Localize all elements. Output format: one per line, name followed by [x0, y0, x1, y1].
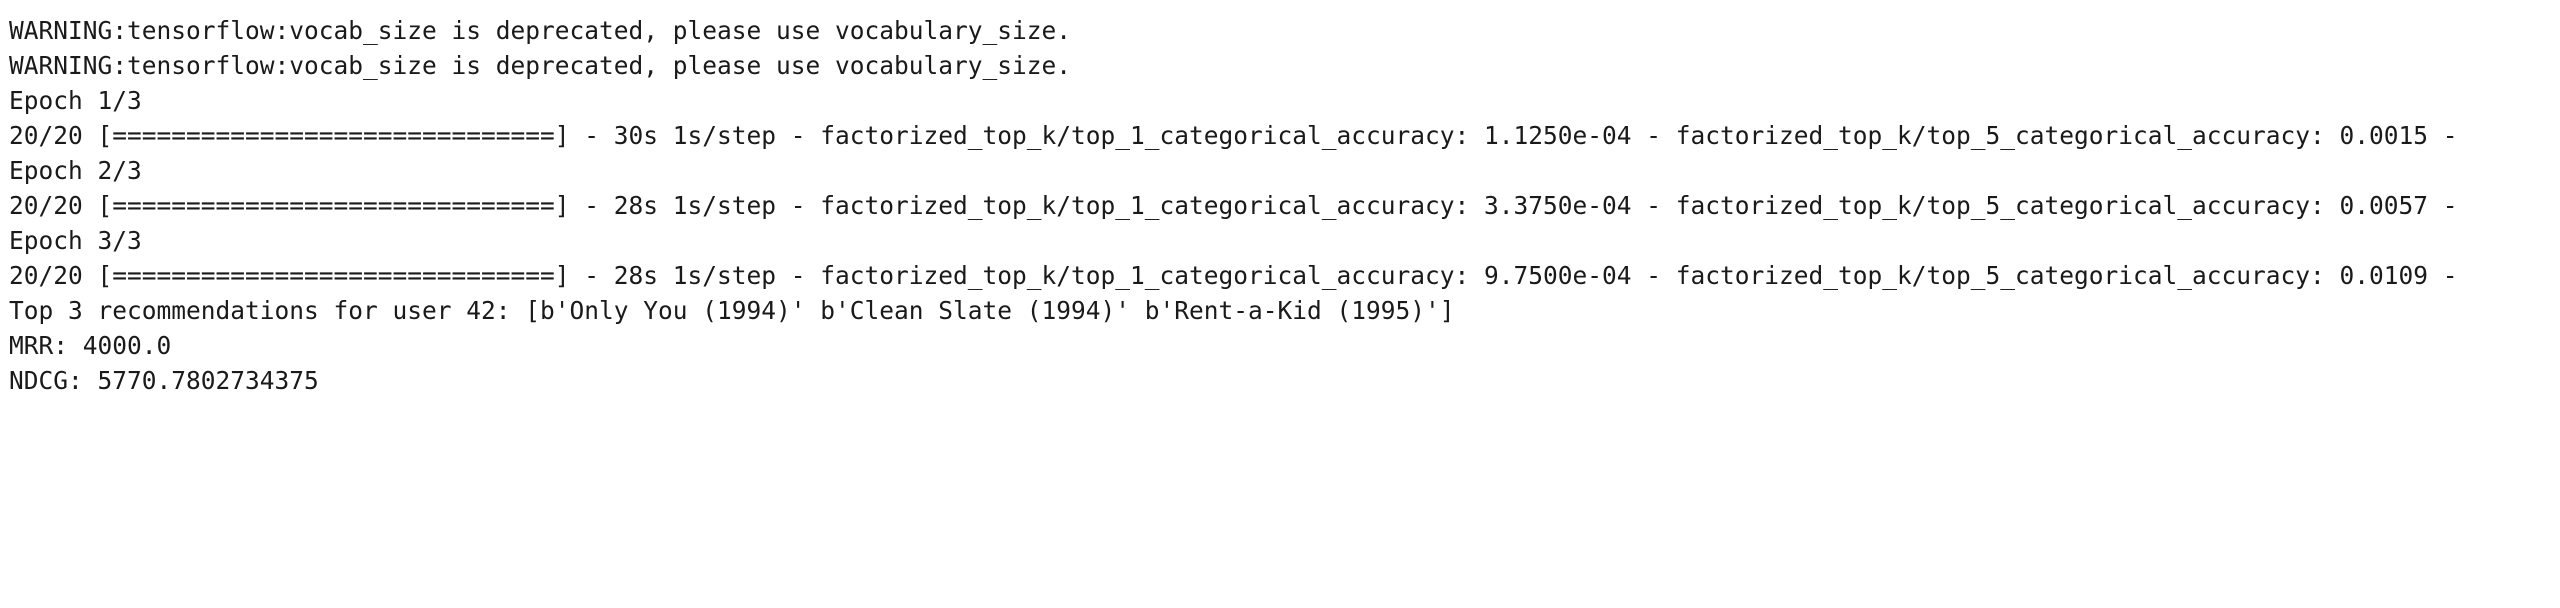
- epoch-header: Epoch 1/3: [9, 86, 142, 115]
- warning-line: WARNING:tensorflow:vocab_size is depreca…: [9, 16, 1072, 45]
- recommendations-line: Top 3 recommendations for user 42: [b'On…: [9, 296, 1455, 325]
- ndcg-line: NDCG: 5770.7802734375: [9, 366, 319, 395]
- mrr-line: MRR: 4000.0: [9, 331, 172, 360]
- warning-line: WARNING:tensorflow:vocab_size is depreca…: [9, 51, 1072, 80]
- progress-line: 20/20 [==============================] -…: [9, 191, 2458, 220]
- epoch-header: Epoch 3/3: [9, 226, 142, 255]
- progress-line: 20/20 [==============================] -…: [9, 121, 2458, 150]
- console-output: WARNING:tensorflow:vocab_size is depreca…: [9, 13, 2560, 603]
- epoch-header: Epoch 2/3: [9, 156, 142, 185]
- progress-line: 20/20 [==============================] -…: [9, 261, 2458, 290]
